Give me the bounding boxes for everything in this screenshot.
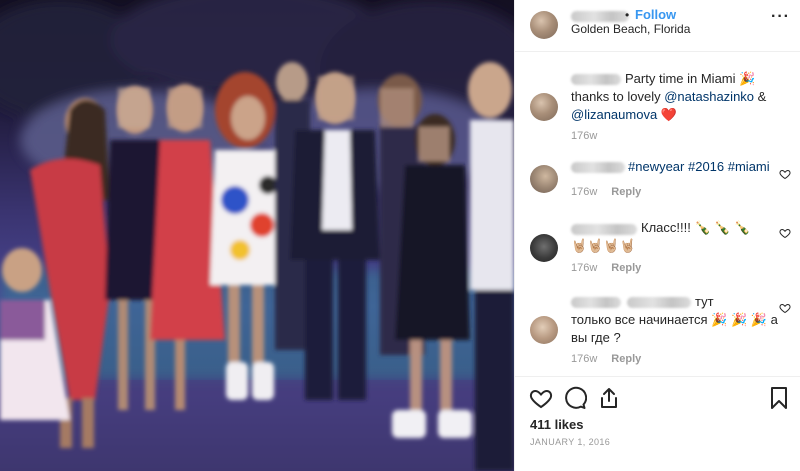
heart-icon[interactable]: [529, 386, 553, 410]
comment-icon[interactable]: [563, 386, 587, 410]
post: • Follow Golden Beach, Florida ··· Party…: [0, 0, 800, 471]
comment-1-avatar[interactable]: [530, 165, 558, 193]
comment-1-meta: 176w Reply: [571, 186, 641, 198]
comment-3-reply-button[interactable]: Reply: [611, 353, 641, 365]
comment-2-like-icon[interactable]: [779, 227, 791, 239]
comment-2-avatar[interactable]: [530, 234, 558, 262]
comment-2-reply-button[interactable]: Reply: [611, 262, 641, 274]
caption-line2: thanks to lovely @natashazinko &: [571, 88, 766, 106]
caption-avatar[interactable]: [530, 93, 558, 121]
comment-1-username[interactable]: [571, 162, 625, 173]
mention-lizanaumova[interactable]: @lizanaumova: [571, 107, 657, 122]
comment-1-hashtags[interactable]: #newyear #2016 #miami: [628, 159, 770, 174]
author-username[interactable]: [571, 11, 629, 22]
comment-3-username-extra: [627, 297, 691, 308]
heart-emoji: ❤️: [657, 107, 677, 122]
caption-line1: Party time in Miami 🎉: [625, 71, 756, 86]
caption-time[interactable]: 176w: [571, 130, 597, 142]
comment-1-like-icon[interactable]: [779, 168, 791, 180]
caption-line2-prefix: thanks to lovely: [571, 89, 665, 104]
share-icon[interactable]: [597, 386, 621, 410]
follow-separator: •: [625, 8, 630, 22]
more-icon[interactable]: ···: [771, 8, 790, 26]
comment-1-reply-button[interactable]: Reply: [611, 186, 641, 198]
author-avatar[interactable]: [530, 11, 558, 39]
comment-2-time[interactable]: 176w: [571, 262, 597, 274]
comment-3-line2: только все начинается 🎉 🎉 🎉 а: [571, 312, 778, 327]
photo-scene: [0, 0, 514, 471]
comment-1-time[interactable]: 176w: [571, 186, 597, 198]
side-panel: • Follow Golden Beach, Florida ··· Party…: [514, 0, 800, 471]
post-actions: 411 likes JANUARY 1, 2016: [515, 376, 800, 471]
comment-3-avatar[interactable]: [530, 316, 558, 344]
mention-natashazinko[interactable]: @natashazinko: [664, 89, 754, 104]
comment-3-username[interactable]: [571, 297, 621, 308]
post-date[interactable]: JANUARY 1, 2016: [530, 437, 610, 447]
comment-3-line1-suffix: тут: [695, 294, 714, 309]
caption-line2-suffix: &: [754, 89, 767, 104]
caption-line3: @lizanaumova ❤️: [571, 106, 677, 124]
caption-text: Party time in Miami 🎉: [625, 70, 755, 88]
follow-button[interactable]: Follow: [635, 7, 676, 22]
comment-3-meta: 176w Reply: [571, 353, 641, 365]
comment-1-text: #newyear #2016 #miami: [628, 158, 770, 176]
comment-2-meta: 176w Reply: [571, 262, 641, 274]
post-header: • Follow Golden Beach, Florida ···: [515, 0, 800, 52]
comment-3-time[interactable]: 176w: [571, 353, 597, 365]
post-photo[interactable]: [0, 0, 514, 471]
comment-2-line1: Класс!!!! 🍾 🍾 🍾: [641, 220, 751, 235]
comment-3-like-icon[interactable]: [779, 302, 791, 314]
comment-3-line3: вы где ?: [571, 330, 621, 345]
location-link[interactable]: Golden Beach, Florida: [571, 22, 690, 36]
comment-2-username[interactable]: [571, 224, 637, 235]
likes-count[interactable]: 411 likes: [530, 417, 584, 432]
caption-username[interactable]: [571, 74, 621, 85]
bookmark-icon[interactable]: [768, 386, 790, 410]
comment-2-line2: 🤘🏼🤘🏼🤘🏼🤘🏼: [571, 238, 636, 253]
